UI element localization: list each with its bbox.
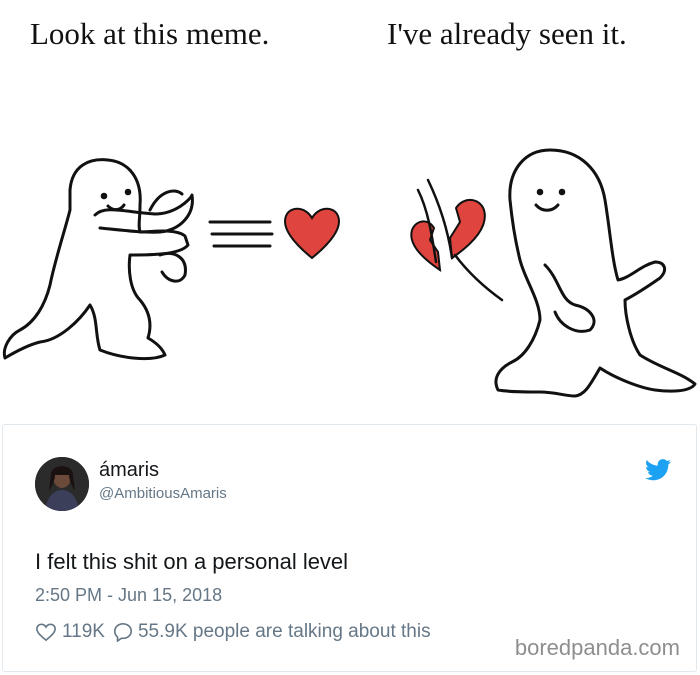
right-figure xyxy=(494,148,697,398)
like-count[interactable]: 119K xyxy=(62,621,105,643)
left-figure xyxy=(2,158,274,361)
twitter-bird-icon[interactable] xyxy=(645,459,671,481)
tweet-timestamp[interactable]: 2:50 PM - Jun 15, 2018 xyxy=(35,585,222,606)
avatar[interactable] xyxy=(35,457,89,511)
author-handle[interactable]: @AmbitiousAmaris xyxy=(99,485,227,502)
replies-count[interactable]: 55.9K people are talking about this xyxy=(138,621,431,643)
avatar-photo xyxy=(35,457,89,511)
broken-heart-right-icon xyxy=(448,199,486,260)
speech-bubble-icon[interactable] xyxy=(113,622,133,642)
heart-whole-icon xyxy=(284,207,340,260)
meme-illustration xyxy=(2,148,697,398)
meme-image: Look at this meme. I've already seen it. xyxy=(0,0,700,420)
tweet-stats: 119K 55.9K people are talking about this xyxy=(35,621,431,643)
watermark: boredpanda.com xyxy=(512,635,682,661)
tweet-text: I felt this shit on a personal level xyxy=(35,549,349,574)
author-name[interactable]: ámaris xyxy=(99,459,159,482)
heart-outline-icon[interactable] xyxy=(35,622,57,642)
tweet-card: ámaris @AmbitiousAmaris I felt this shit… xyxy=(2,424,697,672)
